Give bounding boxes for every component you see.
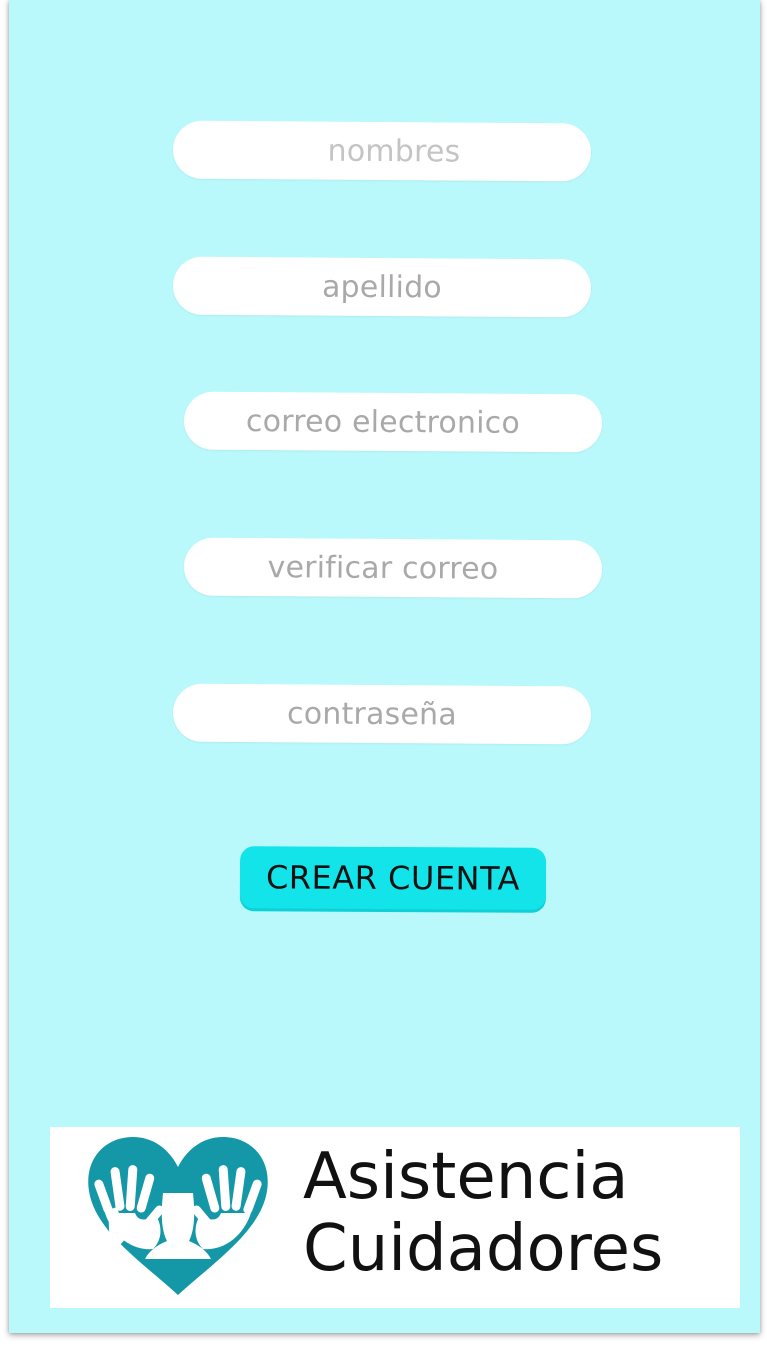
create-account-screen: nombres apellido correo electronico veri…	[9, 0, 760, 1333]
create-account-button-label: CREAR CUENTA	[265, 858, 521, 898]
logo-line-1: Asistencia	[303, 1140, 629, 1214]
email-field[interactable]: correo electronico	[183, 391, 603, 453]
verify-email-field[interactable]: verificar correo	[183, 537, 603, 599]
app-logo: Asistencia Cuidadores	[50, 1127, 740, 1308]
email-placeholder: correo electronico	[245, 403, 521, 441]
last-name-placeholder: apellido	[321, 269, 443, 305]
first-name-field[interactable]: nombres	[172, 120, 592, 182]
logo-line-2: Cuidadores	[303, 1212, 664, 1286]
first-name-placeholder: nombres	[327, 133, 461, 170]
logo-wordmark: Asistencia Cuidadores	[303, 1141, 663, 1285]
password-field[interactable]: contraseña	[172, 683, 592, 745]
verify-email-placeholder: verificar correo	[267, 549, 499, 587]
password-placeholder: contraseña	[286, 695, 458, 733]
heart-hands-icon	[88, 1137, 268, 1295]
create-account-button[interactable]: CREAR CUENTA	[239, 846, 547, 910]
last-name-field[interactable]: apellido	[172, 256, 592, 318]
